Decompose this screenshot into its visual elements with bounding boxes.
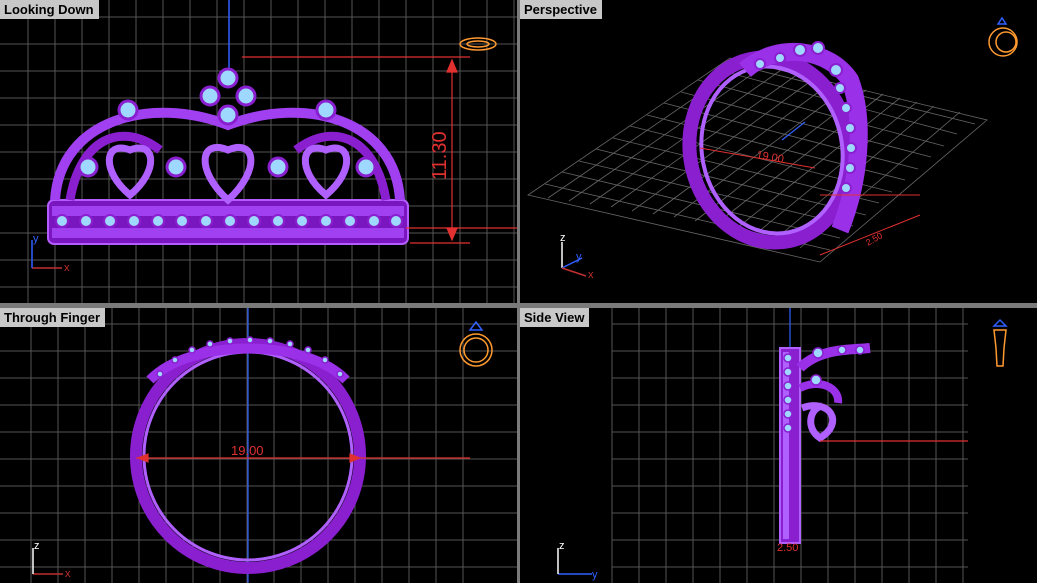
viewport-canvas-perspective[interactable]: 19.00 2.50 z y x bbox=[520, 0, 1037, 303]
axis-a-label: y bbox=[33, 233, 39, 245]
axis-c-label: x bbox=[588, 269, 594, 281]
axis-b-label: y bbox=[592, 569, 598, 581]
axis-b-label: y bbox=[576, 251, 582, 263]
viewport-canvas-side-view[interactable]: 2.50 z y bbox=[520, 308, 1037, 583]
thumbnail-ring-icon bbox=[459, 320, 493, 367]
viewport-title[interactable]: Perspective bbox=[520, 0, 602, 19]
axis-indicator-icon: z y x bbox=[560, 232, 594, 281]
viewport-looking-down[interactable]: 11.30 y x Looking Down bbox=[0, 0, 517, 303]
axis-b-label: x bbox=[64, 262, 70, 274]
viewport-side-view[interactable]: 2.50 z y Side View bbox=[520, 308, 1037, 583]
viewport-title[interactable]: Through Finger bbox=[0, 308, 106, 327]
crown-ring-top-view bbox=[47, 67, 409, 245]
axis-indicator-icon: z x bbox=[32, 540, 71, 580]
dimension-label: 19.00 bbox=[231, 443, 264, 458]
viewport-canvas-through-finger[interactable]: 19.00 z x bbox=[0, 308, 517, 583]
dimension-label-secondary: 2.50 bbox=[864, 230, 884, 247]
axis-b-label: x bbox=[65, 568, 71, 580]
viewport-title[interactable]: Looking Down bbox=[0, 0, 99, 19]
thumbnail-ring-icon bbox=[988, 16, 1018, 57]
dimension-label: 11.30 bbox=[429, 131, 451, 180]
dimension-label: 19.00 bbox=[755, 149, 784, 166]
viewport-title[interactable]: Side View bbox=[520, 308, 590, 327]
viewport-canvas-looking-down[interactable]: 11.30 y x bbox=[0, 0, 517, 303]
thumbnail-ring-icon bbox=[992, 318, 1008, 367]
ring-perspective-view bbox=[682, 41, 868, 250]
axis-a-label: z bbox=[34, 540, 40, 552]
viewport-through-finger[interactable]: 19.00 z x Through Finger bbox=[0, 308, 517, 583]
axis-indicator-icon: z y bbox=[557, 540, 598, 581]
axis-a-label: z bbox=[559, 540, 565, 552]
viewport-perspective[interactable]: 19.00 2.50 z y x Perspective bbox=[520, 0, 1037, 303]
dimension-label: 2.50 bbox=[777, 542, 798, 554]
axis-a-label: z bbox=[560, 232, 566, 244]
dimension-diameter bbox=[136, 453, 470, 463]
